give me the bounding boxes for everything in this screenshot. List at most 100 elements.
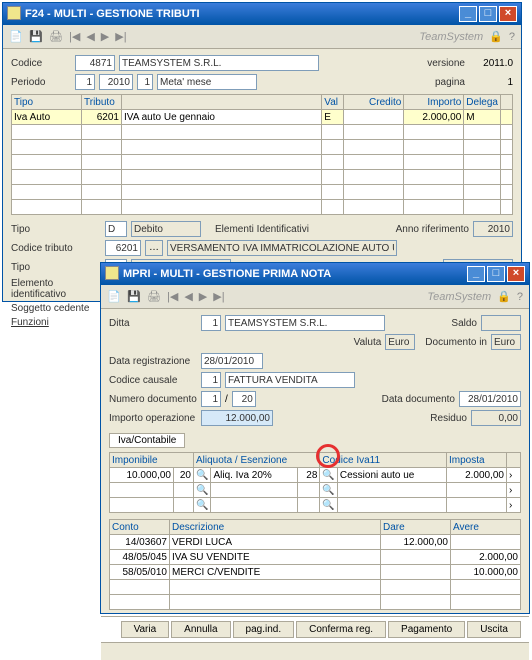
tributi-grid[interactable]: Tipo Tributo Val Credito Importo Delega … xyxy=(11,94,513,215)
cell-delega[interactable]: M xyxy=(464,110,501,125)
cell-imposta[interactable]: 2.000,00 xyxy=(447,468,507,483)
lookup-icon[interactable]: … xyxy=(145,240,163,256)
nav-first-icon[interactable]: |◀ xyxy=(167,290,178,303)
cell-tipo[interactable]: Iva Auto xyxy=(12,110,82,125)
maximize-button[interactable]: □ xyxy=(487,266,505,282)
numdoc-b[interactable] xyxy=(232,391,256,407)
nav-next-icon[interactable]: ▶ xyxy=(199,290,207,303)
col-delega: Delega xyxy=(464,95,501,110)
new-icon[interactable]: 📄 xyxy=(107,290,121,304)
lock-icon[interactable]: 🔒 xyxy=(497,290,511,303)
new-icon[interactable]: 📄 xyxy=(9,30,23,44)
help-icon[interactable]: ? xyxy=(517,291,523,303)
elemid-label: Elemento identificativo xyxy=(11,278,111,300)
iva-grid[interactable]: Imponibile Aliquota / Esenzione Codice I… xyxy=(109,452,521,513)
conti-grid[interactable]: Conto Descrizione Dare Avere 14/03607VER… xyxy=(109,519,521,610)
grid-row[interactable]: Iva Auto 6201 IVA auto Ue gennaio E 2.00… xyxy=(12,110,513,125)
periodo-n-input[interactable] xyxy=(75,74,95,90)
impop-input[interactable] xyxy=(201,410,273,426)
nav-prev-icon[interactable]: ◀ xyxy=(86,30,94,43)
datareg-input[interactable] xyxy=(201,353,263,369)
search-icon[interactable]: 🔍 xyxy=(194,468,211,483)
help-icon[interactable]: ? xyxy=(509,31,515,43)
periodo-anno-input[interactable] xyxy=(99,74,133,90)
impop-label: Importo operazione xyxy=(109,413,197,424)
maximize-button[interactable]: □ xyxy=(479,6,497,22)
cell-val[interactable]: E xyxy=(322,110,344,125)
uscita-button[interactable]: Uscita xyxy=(467,621,521,638)
tipo-input[interactable] xyxy=(105,221,127,237)
numdoc-a[interactable] xyxy=(201,391,221,407)
cell-importo[interactable]: 2.000,00 xyxy=(404,110,464,125)
anno-label: Anno riferimento xyxy=(396,224,469,235)
cell-desc[interactable]: IVA auto Ue gennaio xyxy=(122,110,322,125)
lock-icon[interactable]: 🔒 xyxy=(489,30,503,43)
save-icon[interactable]: 💾 xyxy=(29,30,43,44)
periodo-label: Periodo xyxy=(11,77,71,88)
col-conto: Conto xyxy=(110,520,170,535)
print-icon[interactable]: 🖨 xyxy=(147,290,161,304)
nav-last-icon[interactable]: ▶| xyxy=(213,290,224,303)
titlebar[interactable]: MPRI - MULTI - GESTIONE PRIMA NOTA _ □ × xyxy=(101,263,529,285)
ditta-label: Ditta xyxy=(109,318,197,329)
window-title: MPRI - MULTI - GESTIONE PRIMA NOTA xyxy=(105,268,467,280)
funzioni-button[interactable]: Funzioni xyxy=(11,317,49,328)
cell-aliq-desc[interactable]: Aliq. Iva 20% xyxy=(211,468,298,483)
search-icon[interactable]: 🔍 xyxy=(320,468,337,483)
annulla-button[interactable]: Annulla xyxy=(171,621,230,638)
cell-credito[interactable] xyxy=(344,110,404,125)
cell-trib[interactable]: 6201 xyxy=(82,110,122,125)
close-button[interactable]: × xyxy=(507,266,525,282)
periodo-desc-input[interactable] xyxy=(157,74,257,90)
f24-window: F24 - MULTI - GESTIONE TRIBUTI _ □ × 📄 💾… xyxy=(2,2,522,302)
app-icon xyxy=(105,266,119,280)
caus-desc[interactable] xyxy=(225,372,355,388)
toolbar: 📄 💾 🖨 |◀ ◀ ▶ ▶| TeamSystem 🔒 ? xyxy=(101,285,529,309)
minimize-button[interactable]: _ xyxy=(459,6,477,22)
iva-row[interactable]: 10.000,00 20 🔍 Aliq. Iva 20% 28 🔍 Cessio… xyxy=(110,468,521,483)
col-codiva: Codice Iva11 xyxy=(320,453,447,468)
pagind-button[interactable]: pag.ind. xyxy=(233,621,295,638)
ditta-input[interactable] xyxy=(201,315,221,331)
cell-cod[interactable]: 28 xyxy=(298,468,320,483)
codice-input[interactable] xyxy=(75,55,115,71)
pagamento-button[interactable]: Pagamento xyxy=(388,621,465,638)
docin-input xyxy=(491,334,521,350)
azienda-input[interactable] xyxy=(225,315,385,331)
conferma-button[interactable]: Conferma reg. xyxy=(296,621,386,638)
save-icon[interactable]: 💾 xyxy=(127,290,141,304)
cell-imponibile[interactable]: 10.000,00 xyxy=(110,468,174,483)
varia-button[interactable]: Varia xyxy=(121,621,170,638)
cell-codiva-desc[interactable]: Cessioni auto ue xyxy=(337,468,446,483)
minimize-button[interactable]: _ xyxy=(467,266,485,282)
close-button[interactable]: × xyxy=(499,6,517,22)
tipo-label: Tipo xyxy=(11,224,101,235)
codcaus-label: Codice causale xyxy=(109,375,197,386)
periodo-g-input[interactable] xyxy=(137,74,153,90)
azienda-input[interactable] xyxy=(119,55,319,71)
nav-next-icon[interactable]: ▶ xyxy=(101,30,109,43)
col-importo: Importo xyxy=(404,95,464,110)
conti-row[interactable]: 48/05/045IVA SU VENDITE2.000,00 xyxy=(110,550,521,565)
codtrib-input[interactable] xyxy=(105,240,141,256)
conti-row[interactable]: 58/05/010MERCI C/VENDITE10.000,00 xyxy=(110,565,521,580)
conti-row[interactable]: 14/03607VERDI LUCA12.000,00 xyxy=(110,535,521,550)
elemid-header: Elementi Identificativi xyxy=(215,224,309,235)
nav-prev-icon[interactable]: ◀ xyxy=(184,290,192,303)
row-action-icon[interactable]: › xyxy=(507,468,521,483)
nav-last-icon[interactable]: ▶| xyxy=(115,30,126,43)
sogg-label: Soggetto cedente xyxy=(11,303,111,314)
nav-first-icon[interactable]: |◀ xyxy=(69,30,80,43)
datadoc-label: Data documento xyxy=(382,394,455,405)
tipo-desc xyxy=(131,221,201,237)
print-icon[interactable]: 🖨 xyxy=(49,30,63,44)
cell-aliq-n[interactable]: 20 xyxy=(174,468,194,483)
datadoc-input[interactable] xyxy=(459,391,521,407)
tab-iva[interactable]: Iva/Contabile xyxy=(109,433,185,448)
titlebar[interactable]: F24 - MULTI - GESTIONE TRIBUTI _ □ × xyxy=(3,3,521,25)
col-desc xyxy=(122,95,322,110)
codcaus-input[interactable] xyxy=(201,372,221,388)
app-icon xyxy=(7,6,21,20)
col-imponibile: Imponibile xyxy=(110,453,194,468)
mpri-window: MPRI - MULTI - GESTIONE PRIMA NOTA _ □ ×… xyxy=(100,262,530,614)
